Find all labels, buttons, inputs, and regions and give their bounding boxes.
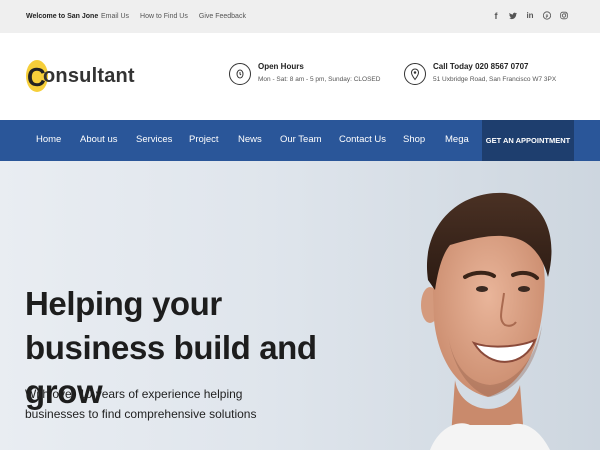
hero-person-image xyxy=(421,192,552,450)
nav-item-about-us[interactable]: About us xyxy=(80,134,118,145)
nav-item-project[interactable]: Project xyxy=(189,134,219,145)
twitter-icon[interactable] xyxy=(509,10,517,21)
call-title: Call Today 020 8567 0707 xyxy=(433,62,529,71)
facebook-icon[interactable]: f xyxy=(492,10,500,21)
nav-item-services[interactable]: Services xyxy=(136,134,172,145)
nav-item-home[interactable]: Home xyxy=(36,134,61,145)
top-bar: Welcome to San Jone Email Us How to Find… xyxy=(0,0,600,33)
main-nav: Home About us Services Project News Our … xyxy=(0,120,600,161)
open-hours-block: Open Hours Mon - Sat: 8 am - 5 pm, Sunda… xyxy=(229,62,380,85)
how-to-find-us-link[interactable]: How to Find Us xyxy=(140,13,188,20)
nav-item-contact-us[interactable]: Contact Us xyxy=(339,134,386,145)
nav-item-shop[interactable]: Shop xyxy=(403,134,425,145)
map-pin-icon xyxy=(404,63,426,85)
clock-icon xyxy=(229,63,251,85)
nav-item-our-team[interactable]: Our Team xyxy=(280,134,322,145)
top-links: Email Us How to Find Us Give Feedback xyxy=(101,13,246,20)
hero-section: Helping your business build and grow Wit… xyxy=(0,161,600,450)
open-hours-title: Open Hours xyxy=(258,62,304,71)
hero-subtext: With over 10 years of experience helping… xyxy=(25,387,257,421)
svg-text:p: p xyxy=(546,13,549,18)
call-block: Call Today 020 8567 0707 51 Uxbridge Roa… xyxy=(404,62,556,85)
instagram-icon[interactable] xyxy=(560,10,568,21)
logo-text: onsultant xyxy=(43,65,135,87)
give-feedback-link[interactable]: Give Feedback xyxy=(199,13,246,20)
address-text: 51 Uxbridge Road, San Francisco W7 3PX xyxy=(433,76,557,83)
nav-item-mega[interactable]: Mega xyxy=(445,134,469,145)
get-appointment-button[interactable]: GET AN APPOINTMENT xyxy=(482,120,574,161)
email-us-link[interactable]: Email Us xyxy=(101,13,129,20)
welcome-text: Welcome to San Jone xyxy=(26,13,99,20)
linkedin-icon[interactable]: in xyxy=(526,10,534,21)
pinterest-icon[interactable]: p xyxy=(543,10,551,21)
open-hours-detail: Mon - Sat: 8 am - 5 pm, Sunday: CLOSED xyxy=(258,76,381,83)
social-icons: f in p xyxy=(492,10,568,21)
nav-item-news[interactable]: News xyxy=(238,134,262,145)
site-header: C onsultant Open Hours Mon - Sat: 8 am -… xyxy=(0,33,600,120)
